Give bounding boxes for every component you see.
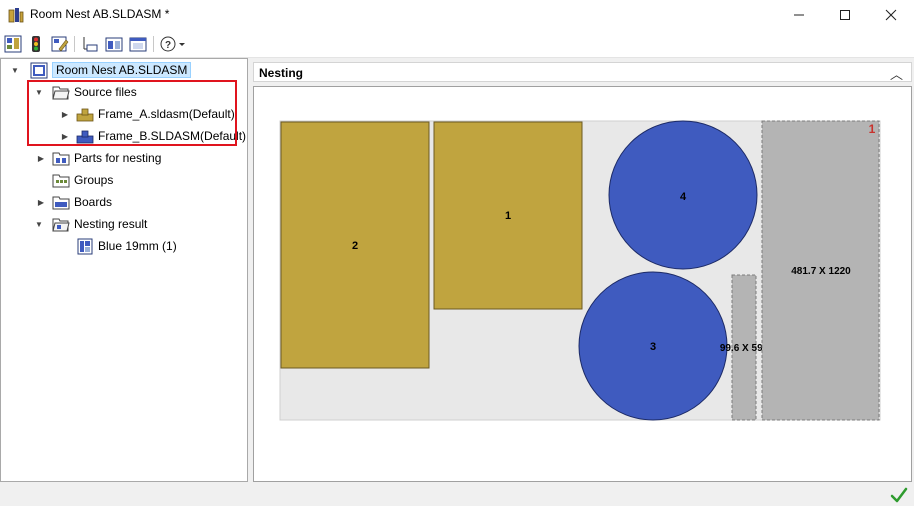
app-icon xyxy=(8,8,24,23)
collapse-arrow-icon[interactable]: ▼ xyxy=(34,219,44,229)
edit-button[interactable] xyxy=(50,34,70,54)
tree-item-label: Parts for nesting xyxy=(74,151,162,165)
traffic-light-icon xyxy=(32,36,40,52)
close-icon xyxy=(885,9,897,21)
boards-folder-icon xyxy=(52,196,70,209)
expand-arrow-icon[interactable]: ▶ xyxy=(36,153,46,163)
tree-item-label: Blue 19mm (1) xyxy=(98,239,177,253)
tree-item-groups[interactable]: Groups xyxy=(52,170,113,190)
tree-item-label: Room Nest AB.SLDASM xyxy=(52,62,192,78)
ok-check-icon[interactable] xyxy=(890,486,908,504)
parts-folder-icon xyxy=(52,152,70,165)
offcut-label: 99.6 X 593 xyxy=(720,343,769,354)
collapse-up-icon[interactable]: ︿ xyxy=(890,64,903,83)
minimize-icon xyxy=(794,14,804,16)
window-title: Room Nest AB.SLDASM * xyxy=(30,7,170,21)
part-label: 4 xyxy=(680,191,687,203)
nesting-canvas: 2 1 4 3 99.6 X 593 481.7 X 1220 1 xyxy=(253,86,912,482)
part-label: 1 xyxy=(505,210,511,222)
nest-settings-icon xyxy=(4,35,22,53)
columns-button[interactable] xyxy=(104,34,124,54)
expand-arrow-icon[interactable]: ▶ xyxy=(36,197,46,207)
tree-item-blue-board[interactable]: Blue 19mm (1) xyxy=(76,236,177,256)
help-icon: ? xyxy=(160,36,185,52)
nesting-title: Nesting xyxy=(259,66,304,80)
part-label: 2 xyxy=(352,240,358,252)
toolbar-separator xyxy=(153,36,154,52)
groups-folder-icon xyxy=(52,174,70,187)
nesting-board: 2 1 4 3 99.6 X 593 481.7 X 1220 1 xyxy=(279,120,881,421)
nesting-header: Nesting ︿ xyxy=(253,62,912,82)
tree-item-parts-for-nesting[interactable]: ▶ Parts for nesting xyxy=(36,148,161,168)
title-bar: Room Nest AB.SLDASM * xyxy=(0,0,914,30)
hierarchy-button[interactable] xyxy=(80,34,100,54)
help-button[interactable]: ? xyxy=(159,34,187,54)
board-sheet-icon xyxy=(77,238,93,254)
tree-item-label: Groups xyxy=(74,173,114,187)
assembly-icon xyxy=(30,62,48,78)
tree-item-boards[interactable]: ▶ Boards xyxy=(36,192,112,212)
maximize-icon xyxy=(840,10,850,20)
edit-icon xyxy=(51,36,69,52)
svg-text:?: ? xyxy=(165,40,171,51)
highlight-box xyxy=(27,80,237,146)
tree-item-label: Boards xyxy=(74,195,113,209)
toolbar: ? xyxy=(0,30,914,58)
nesting-result-folder-icon xyxy=(52,218,70,231)
tree-item-label: Nesting result xyxy=(74,217,148,231)
offcut-label: 481.7 X 1220 xyxy=(791,266,851,277)
maximize-button[interactable] xyxy=(822,0,868,30)
close-button[interactable] xyxy=(868,0,914,30)
window-icon xyxy=(129,37,147,52)
status-bar xyxy=(0,484,914,506)
window-button[interactable] xyxy=(128,34,148,54)
part-label: 3 xyxy=(650,341,656,353)
collapse-arrow-icon[interactable]: ▼ xyxy=(10,65,20,75)
tree-item-nesting-result[interactable]: ▼ Nesting result xyxy=(34,214,147,234)
nest-settings-button[interactable] xyxy=(3,34,23,54)
minimize-button[interactable] xyxy=(776,0,822,30)
tree-item-root[interactable]: ▼ Room Nest AB.SLDASM xyxy=(10,60,192,80)
board-number: 1 xyxy=(869,122,876,136)
traffic-light-button[interactable] xyxy=(26,34,46,54)
hierarchy-icon xyxy=(83,37,98,52)
columns-icon xyxy=(105,37,123,52)
toolbar-separator xyxy=(74,36,75,52)
